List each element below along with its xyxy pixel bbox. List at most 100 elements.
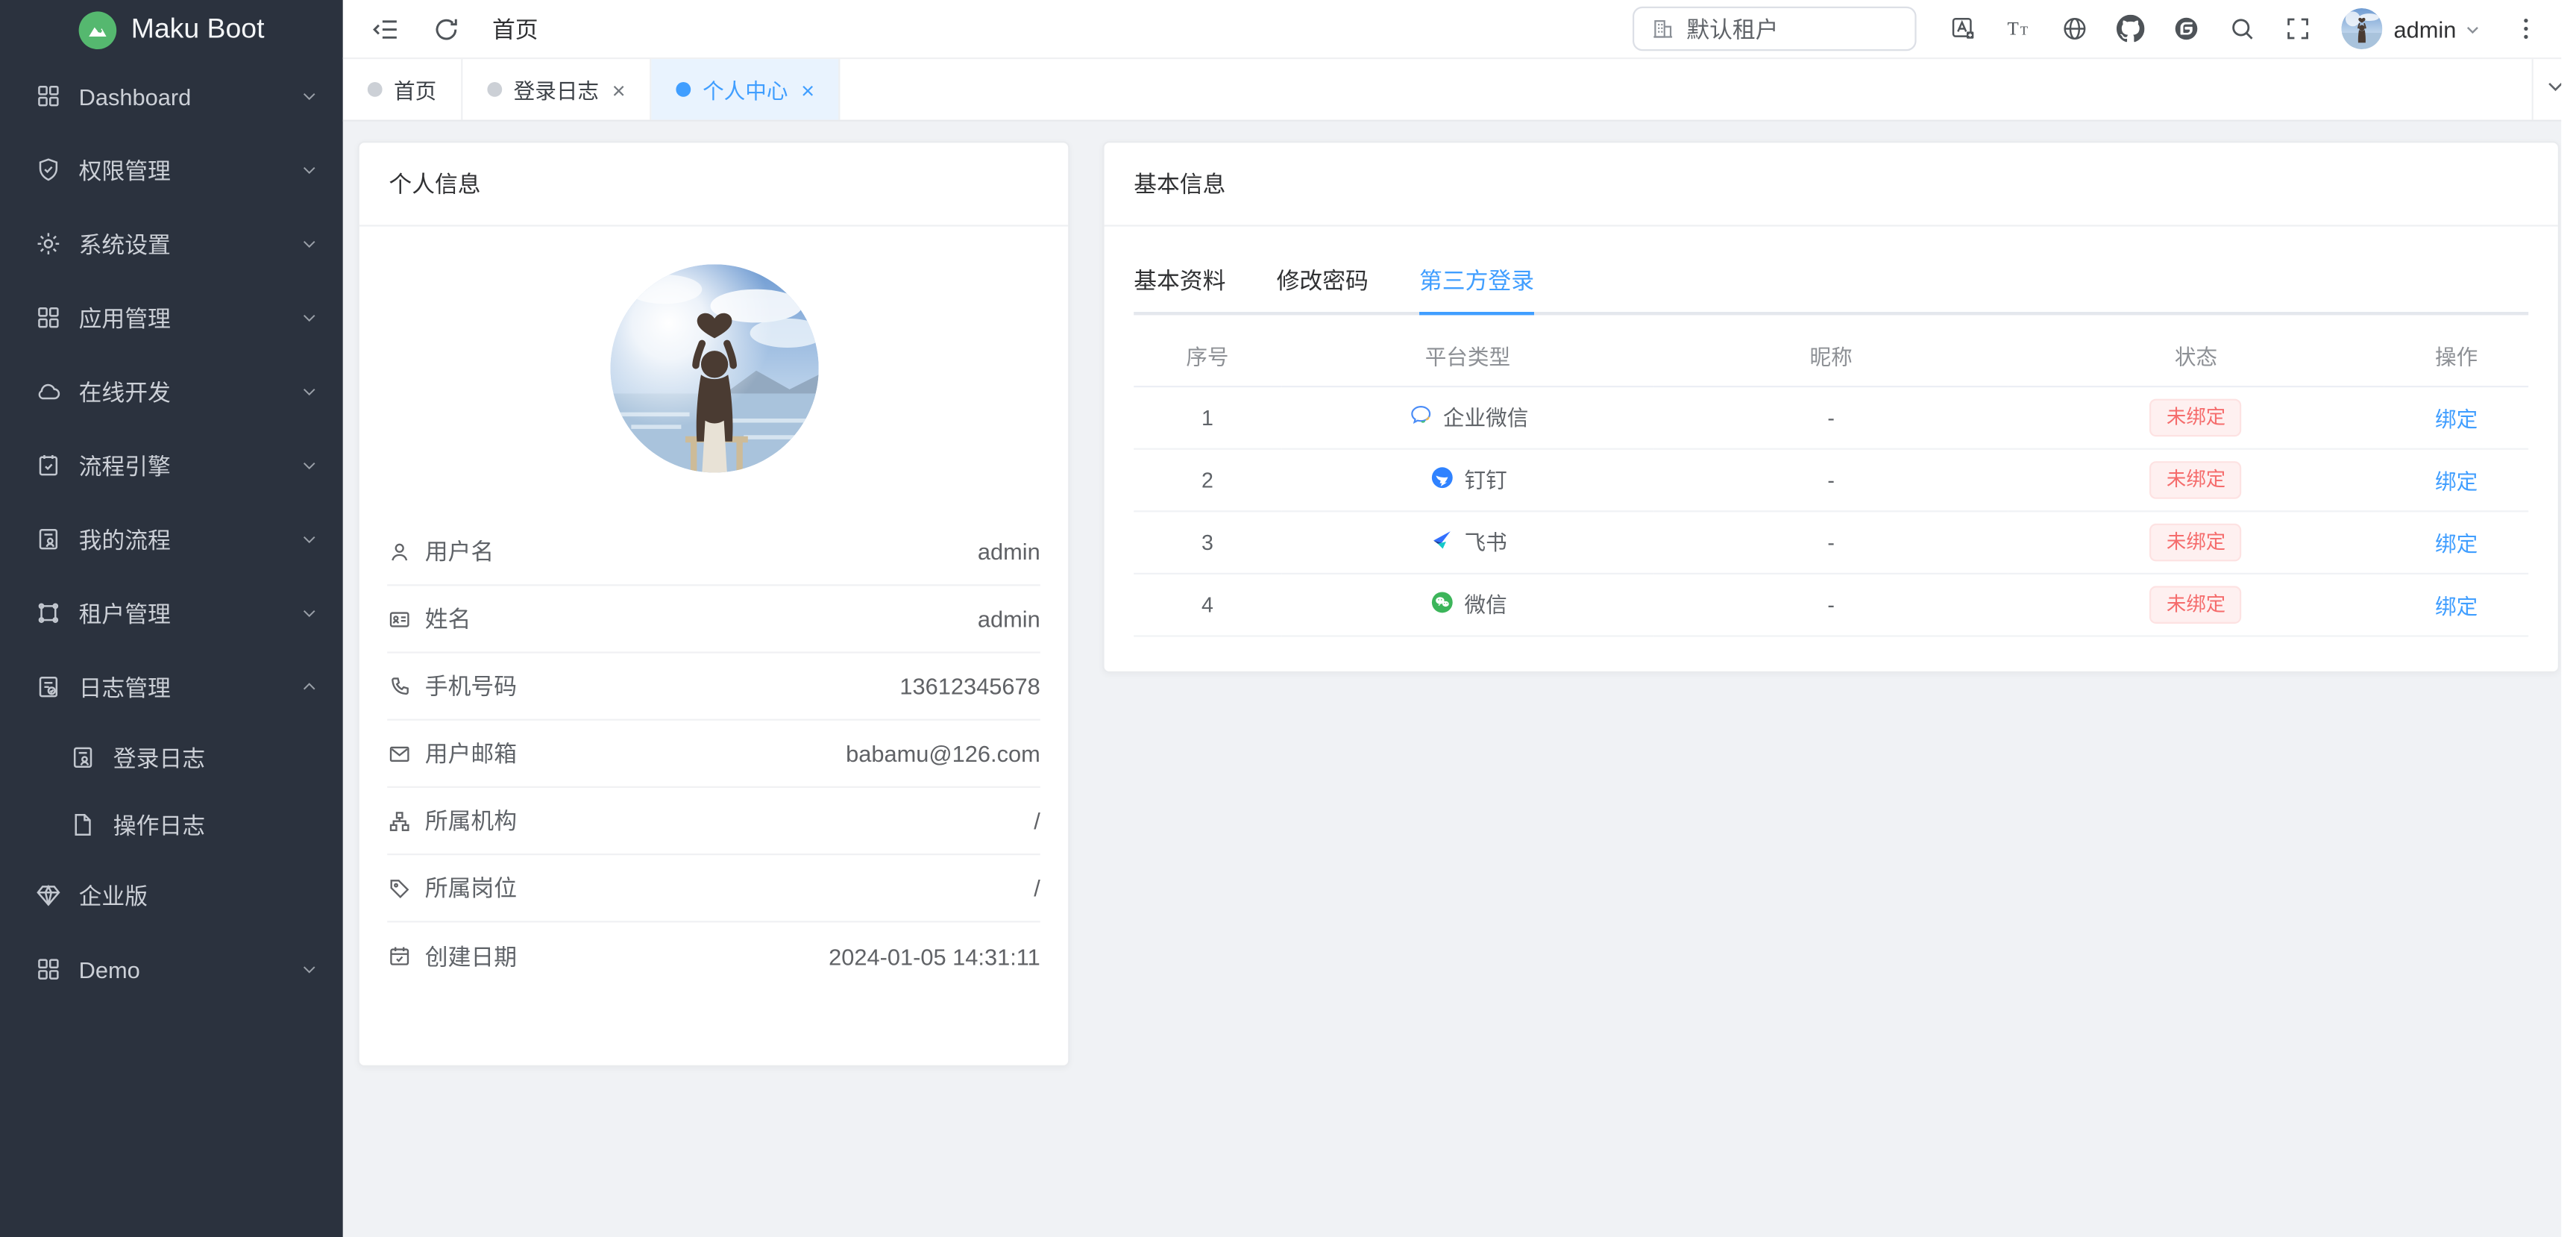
sidebar-item-tenant-management[interactable]: 租户管理 bbox=[0, 576, 343, 650]
field-label: 所属岗位 bbox=[425, 871, 517, 904]
bind-link[interactable]: 绑定 bbox=[2435, 469, 2478, 493]
tab-third-party-login[interactable]: 第三方登录 bbox=[1419, 249, 1534, 312]
tab-basic-profile[interactable]: 基本资料 bbox=[1134, 249, 1225, 312]
platform-label: 飞书 bbox=[1465, 524, 1507, 556]
cell-nickname: - bbox=[1654, 573, 2008, 636]
sidebar-item-enterprise[interactable]: 企业版 bbox=[0, 859, 343, 933]
sidebar-submenu-logs: 登录日志 操作日志 bbox=[0, 724, 343, 858]
profile-row-position: 所属岗位 / bbox=[387, 855, 1040, 922]
close-icon[interactable]: × bbox=[801, 78, 814, 101]
maku-logo-icon bbox=[78, 10, 116, 48]
avatar[interactable] bbox=[2341, 8, 2382, 49]
chevron-down-icon bbox=[301, 87, 318, 105]
info-tabs: 基本资料 修改密码 第三方登录 bbox=[1134, 249, 2528, 315]
bind-link[interactable]: 绑定 bbox=[2435, 531, 2478, 556]
fullscreen-icon[interactable] bbox=[2270, 0, 2326, 58]
tab-home[interactable]: 首页 bbox=[343, 59, 463, 119]
chevron-down-icon bbox=[301, 960, 318, 978]
field-label: 手机号码 bbox=[425, 670, 517, 703]
field-value: babamu@126.com bbox=[846, 740, 1040, 766]
sidebar-item-operation-log[interactable]: 操作日志 bbox=[0, 791, 343, 858]
col-nickname: 昵称 bbox=[1654, 325, 2008, 386]
logo[interactable]: Maku Boot bbox=[0, 0, 343, 59]
sidebar-item-dashboard[interactable]: Dashboard bbox=[0, 59, 343, 133]
sidebar-item-workflow-engine[interactable]: 流程引擎 bbox=[0, 428, 343, 502]
sidebar-item-system-settings[interactable]: 系统设置 bbox=[0, 207, 343, 281]
sidebar-item-demo[interactable]: Demo bbox=[0, 933, 343, 1006]
platform-label: 企业微信 bbox=[1443, 400, 1528, 431]
sidebar-item-log-management[interactable]: 日志管理 bbox=[0, 650, 343, 724]
profile-card: 个人信息 bbox=[358, 141, 1070, 1067]
bind-link[interactable]: 绑定 bbox=[2435, 593, 2478, 618]
grid-icon bbox=[34, 955, 62, 983]
chevron-down-icon bbox=[301, 235, 318, 253]
field-value: / bbox=[1034, 807, 1040, 833]
document-check-icon bbox=[34, 673, 62, 701]
gitee-icon[interactable] bbox=[2159, 0, 2215, 58]
cell-nickname: - bbox=[1654, 386, 2008, 448]
collapse-sidebar-icon[interactable] bbox=[371, 14, 400, 44]
kebab-menu-icon[interactable] bbox=[2497, 0, 2553, 58]
chevron-down-icon bbox=[301, 457, 318, 475]
field-value: 2024-01-05 14:31:11 bbox=[829, 943, 1040, 969]
profile-avatar[interactable] bbox=[609, 264, 817, 472]
refresh-icon[interactable] bbox=[432, 14, 462, 44]
field-value: / bbox=[1034, 875, 1040, 901]
sidebar-item-my-workflows[interactable]: 我的流程 bbox=[0, 502, 343, 576]
sidebar-item-login-log[interactable]: 登录日志 bbox=[0, 724, 343, 791]
topbar: 首页 默认租户 TT bbox=[343, 0, 2576, 59]
close-icon[interactable]: × bbox=[612, 78, 626, 101]
platform-cell: 微信 bbox=[1428, 587, 1507, 618]
sidebar-item-online-dev[interactable]: 在线开发 bbox=[0, 354, 343, 428]
col-platform: 平台类型 bbox=[1281, 325, 1654, 386]
platform-label: 微信 bbox=[1465, 587, 1507, 618]
scrollbar-gutter[interactable] bbox=[2561, 0, 2576, 1237]
profile-row-name: 姓名 admin bbox=[387, 586, 1040, 653]
bind-link[interactable]: 绑定 bbox=[2435, 407, 2478, 431]
tab-profile-center[interactable]: 个人中心 × bbox=[652, 59, 841, 119]
field-label: 用户邮箱 bbox=[425, 737, 517, 770]
tabbar-spacer bbox=[841, 59, 2531, 119]
mail-icon bbox=[387, 741, 412, 765]
org-tree-icon bbox=[387, 809, 412, 833]
search-icon[interactable] bbox=[2215, 0, 2271, 58]
third-party-table: 序号 平台类型 昵称 状态 操作 1 bbox=[1134, 325, 2528, 636]
sidebar-item-permissions[interactable]: 权限管理 bbox=[0, 133, 343, 207]
cell-index: 2 bbox=[1134, 448, 1281, 511]
tab-login-log[interactable]: 登录日志 × bbox=[462, 59, 651, 119]
breadcrumb[interactable]: 首页 bbox=[492, 13, 538, 46]
document-user-icon bbox=[34, 525, 62, 553]
stage: Maku Boot Dashboard 权限管理 系统设置 应用管理 bbox=[0, 0, 2576, 1237]
chevron-down-icon bbox=[301, 161, 318, 179]
gear-icon bbox=[34, 230, 62, 257]
table-header-row: 序号 平台类型 昵称 状态 操作 bbox=[1134, 325, 2528, 386]
col-action: 操作 bbox=[2384, 325, 2528, 386]
font-size-icon[interactable]: TT bbox=[1991, 0, 2047, 58]
translate-icon[interactable] bbox=[1936, 0, 1992, 58]
field-value: admin bbox=[978, 606, 1040, 632]
user-icon bbox=[387, 539, 412, 564]
tab-label: 个人中心 bbox=[703, 74, 788, 105]
tab-change-password[interactable]: 修改密码 bbox=[1277, 249, 1369, 312]
table-row: 1 企业微信 - 未绑定 绑定 bbox=[1134, 386, 2528, 448]
github-icon[interactable] bbox=[2103, 0, 2159, 58]
cell-index: 4 bbox=[1134, 573, 1281, 636]
dingtalk-icon bbox=[1428, 465, 1454, 491]
platform-cell: 飞书 bbox=[1428, 524, 1507, 556]
chevron-down-icon bbox=[301, 530, 318, 548]
sidebar-item-app-management[interactable]: 应用管理 bbox=[0, 281, 343, 354]
user-menu[interactable]: admin bbox=[2393, 16, 2482, 42]
platform-label: 钉钉 bbox=[1465, 463, 1507, 494]
wecom-icon bbox=[1407, 403, 1433, 429]
main-column: 首页 默认租户 TT bbox=[343, 0, 2576, 1237]
phone-icon bbox=[387, 674, 412, 698]
tenant-select[interactable]: 默认租户 bbox=[1633, 7, 1917, 51]
cell-nickname: - bbox=[1654, 510, 2008, 573]
chevron-down-icon bbox=[2463, 19, 2482, 38]
profile-row-email: 用户邮箱 babamu@126.com bbox=[387, 721, 1040, 788]
tab-dot bbox=[368, 82, 383, 97]
globe-icon[interactable] bbox=[2047, 0, 2103, 58]
status-badge: 未绑定 bbox=[2150, 460, 2242, 498]
tab-label: 首页 bbox=[394, 74, 436, 105]
cell-index: 1 bbox=[1134, 386, 1281, 448]
